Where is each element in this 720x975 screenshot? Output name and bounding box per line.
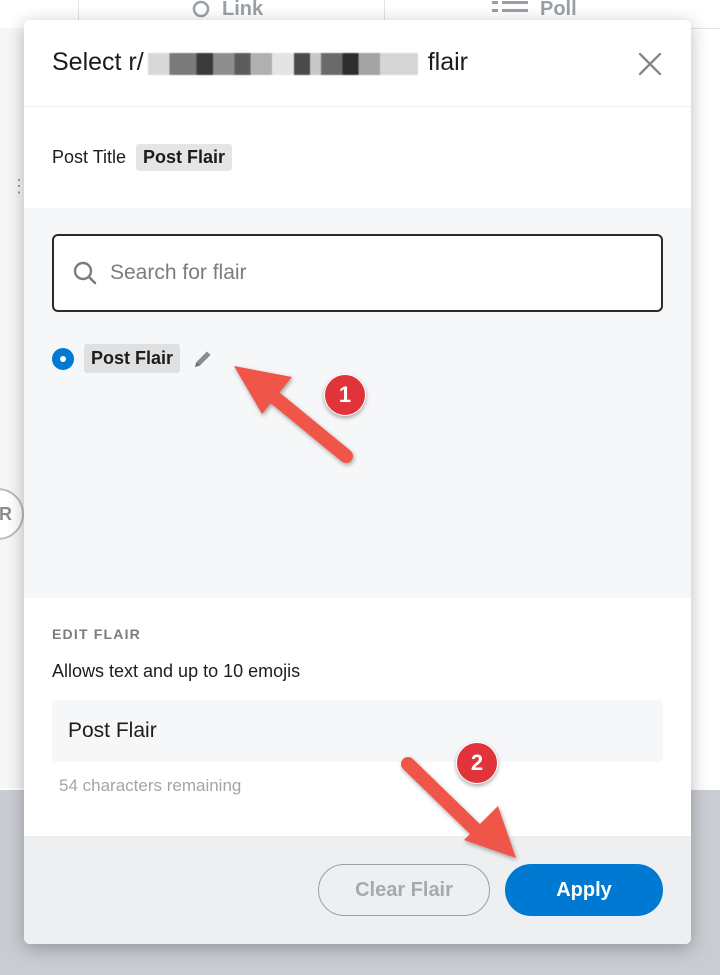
redacted-subreddit-name — [147, 52, 418, 75]
flair-search-box[interactable] — [52, 234, 663, 312]
apply-button[interactable]: Apply — [505, 864, 663, 916]
background-button-label: ER — [0, 503, 12, 524]
modal-title-prefix: Select r/ — [52, 48, 144, 76]
tab-link-label: Link — [222, 0, 264, 20]
flair-option-radio[interactable] — [52, 347, 74, 370]
edit-pencil-icon[interactable] — [192, 348, 214, 370]
tab-poll-label: Poll — [540, 0, 577, 20]
post-title-preview: Post Title — [52, 147, 127, 167]
clear-flair-button[interactable]: Clear Flair — [318, 864, 490, 916]
flair-search-input[interactable] — [108, 260, 632, 286]
edit-flair-input[interactable] — [52, 700, 663, 762]
flair-option[interactable]: Post Flair — [52, 344, 214, 373]
modal-title-suffix: flair — [427, 48, 468, 76]
characters-remaining: 54 characters remaining — [59, 776, 242, 795]
post-preview: Post Title Post Flair — [52, 144, 233, 171]
background-left-strip — [0, 28, 25, 788]
flair-preview-chip: Post Flair — [136, 144, 233, 171]
modal-title: Select r/ flair — [52, 48, 468, 77]
edit-flair-section-label: EDIT FLAIR — [52, 626, 141, 642]
tab-link[interactable]: Link — [190, 0, 263, 21]
flair-modal: Select r/ flair Post Title Post Flair Po… — [24, 20, 691, 944]
annotation-badge-1: 1 — [324, 374, 366, 416]
tab-poll[interactable]: Poll — [490, 0, 577, 21]
modal-header: Select r/ flair — [24, 20, 691, 107]
poll-icon — [492, 0, 528, 12]
flair-option-label[interactable]: Post Flair — [84, 344, 181, 373]
link-icon — [192, 0, 210, 17]
close-icon[interactable] — [636, 50, 664, 78]
search-icon — [73, 261, 97, 285]
edit-flair-hint: Allows text and up to 10 emojis — [52, 661, 301, 681]
annotation-badge-2: 2 — [456, 742, 498, 784]
